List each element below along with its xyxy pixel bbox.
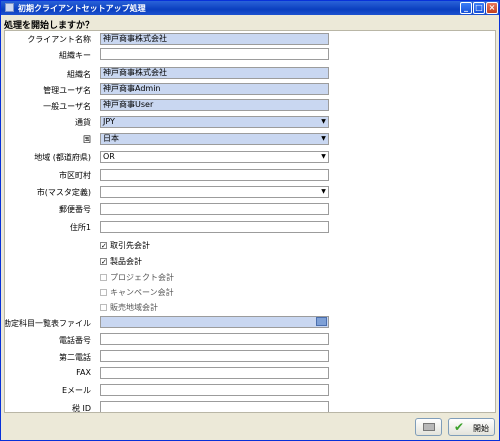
checkbox-account-partner[interactable]: ✓ 取引先会計 (100, 240, 150, 250)
checkbox-account-project[interactable]: プロジェクト会計 (100, 272, 174, 282)
phone-field[interactable] (100, 333, 329, 345)
print-button[interactable] (415, 418, 442, 436)
phone-label: 電話番号 (59, 336, 91, 345)
start-button[interactable]: ✔ 開始 (448, 418, 495, 436)
country-label: 国 (83, 135, 91, 144)
address1-field[interactable] (100, 221, 329, 233)
coa-file-label: 勘定科目一覧表ファイル (4, 319, 91, 328)
tax-id-label: 税 ID (71, 404, 91, 413)
admin-user-field[interactable]: 神戸商事Admin (100, 83, 329, 95)
postal-field[interactable] (100, 203, 329, 215)
checkbox-icon[interactable] (100, 274, 107, 281)
close-icon[interactable]: × (486, 2, 498, 14)
city-master-label: 市(マスタ定義) (36, 188, 91, 197)
general-user-field[interactable]: 神戸商事User (100, 99, 329, 111)
chevron-down-icon[interactable]: ▼ (319, 117, 328, 127)
org-key-label: 組織キー (59, 51, 91, 60)
checkbox-icon[interactable] (100, 304, 107, 311)
chevron-down-icon[interactable]: ▼ (319, 134, 328, 144)
fax-label: FAX (76, 368, 91, 377)
dialog-window: 初期クライアントセットアップ処理 _ □ × 処理を開始しますか？ クライアント… (0, 0, 500, 441)
region-select[interactable]: OR ▼ (100, 151, 329, 163)
chevron-down-icon[interactable]: ▼ (319, 152, 328, 162)
start-button-label: 開始 (473, 424, 489, 433)
org-name-label: 組織名 (67, 70, 91, 79)
checkbox-account-product[interactable]: ✓ 製品会計 (100, 256, 142, 266)
checkbox-icon[interactable]: ✓ (100, 258, 107, 266)
client-name-field[interactable]: 神戸商事株式会社 (100, 33, 329, 45)
postal-label: 郵便番号 (59, 205, 91, 214)
tax-id-field[interactable] (100, 401, 329, 412)
checkbox-account-campaign[interactable]: キャンペーン会計 (100, 287, 174, 297)
city-label: 市区町村 (59, 171, 91, 180)
country-select[interactable]: 日本 ▼ (100, 133, 329, 145)
email-label: Eメール (61, 386, 91, 395)
client-name-label: クライアント名称 (27, 35, 91, 44)
checkbox-icon[interactable] (100, 289, 107, 296)
org-key-field[interactable] (100, 48, 329, 60)
address1-label: 住所1 (69, 223, 91, 232)
printer-icon (423, 423, 435, 431)
region-value: OR (103, 152, 115, 161)
currency-value: JPY (103, 117, 115, 126)
form-panel: クライアント名称 神戸商事株式会社 組織キー 組織名 神戸商事株式会社 管理ユー… (4, 30, 496, 413)
general-user-label: 一般ユーザ名 (43, 102, 91, 111)
phone2-label: 第二電話 (59, 353, 91, 362)
check-icon: ✔ (454, 420, 465, 434)
coa-file-field[interactable] (100, 316, 329, 328)
window-title: 初期クライアントセットアップ処理 (18, 4, 146, 13)
checkbox-icon[interactable]: ✓ (100, 242, 107, 250)
admin-user-label: 管理ユーザ名 (43, 86, 91, 95)
phone2-field[interactable] (100, 350, 329, 362)
currency-select[interactable]: JPY ▼ (100, 116, 329, 128)
email-field[interactable] (100, 384, 329, 396)
org-name-field[interactable]: 神戸商事株式会社 (100, 67, 329, 79)
maximize-icon[interactable]: □ (473, 2, 485, 14)
currency-label: 通貨 (75, 118, 91, 127)
city-field[interactable] (100, 169, 329, 181)
fax-field[interactable] (100, 367, 329, 379)
folder-icon[interactable] (316, 317, 327, 326)
city-master-select[interactable]: ▼ (100, 186, 329, 198)
minimize-icon[interactable]: _ (460, 2, 472, 14)
region-label: 地域 (都道府県) (34, 153, 91, 162)
checkbox-account-region[interactable]: 販売地域会計 (100, 302, 158, 312)
app-icon (5, 3, 14, 12)
country-value: 日本 (103, 134, 119, 143)
title-bar[interactable]: 初期クライアントセットアップ処理 _ □ × (1, 1, 499, 15)
chevron-down-icon[interactable]: ▼ (319, 187, 328, 197)
